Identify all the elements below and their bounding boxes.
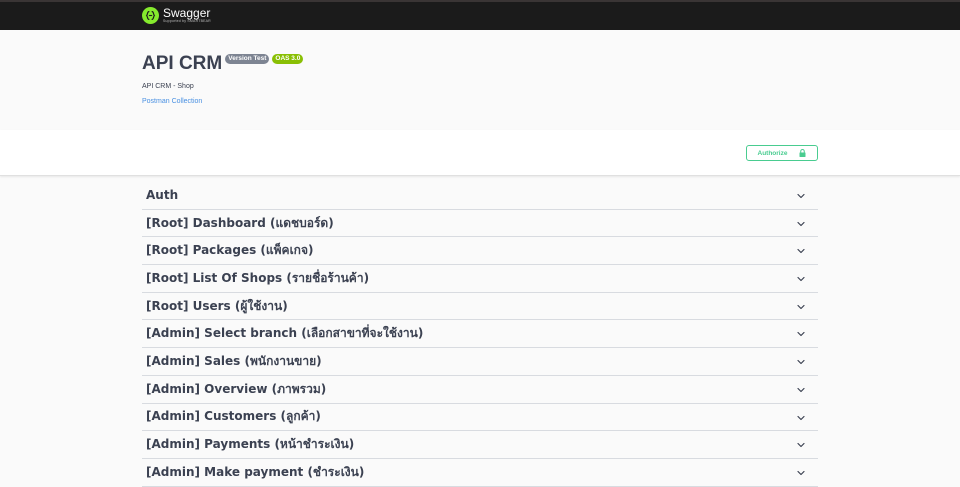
chevron-down-icon[interactable]: [796, 274, 806, 284]
operation-tag-label: [Admin] Sales (พนักงานขาย): [146, 353, 322, 368]
operation-tag-label: [Root] Dashboard (แดชบอร์ด): [146, 215, 334, 230]
operation-tag-section[interactable]: [Admin] Overview (ภาพรวม): [142, 376, 818, 404]
operation-tag-section[interactable]: [Admin] Customers (ลูกค้า): [142, 404, 818, 432]
oas-badge: OAS 3.0: [272, 54, 304, 64]
authorize-button[interactable]: Authorize: [746, 145, 818, 161]
authorize-label: Authorize: [757, 149, 788, 157]
top-bar: Swagger Supported by SMARTBEAR: [0, 0, 960, 30]
operation-tag-section[interactable]: [Root] Dashboard (แดชบอร์ด): [142, 210, 818, 238]
postman-collection-link[interactable]: Postman Collection: [142, 98, 202, 105]
operation-tag-section[interactable]: Auth: [142, 182, 818, 210]
operation-tag-section[interactable]: [Root] Packages (แพ็คเกจ): [142, 237, 818, 266]
operation-tag-label: [Admin] Payments (หน้าชำระเงิน): [146, 437, 355, 452]
version-badge: Version Test: [225, 54, 270, 64]
api-info-section: API CRM Version Test OAS 3.0 API CRM - S…: [0, 30, 960, 130]
api-title: API CRM: [142, 53, 223, 74]
swagger-brand-link[interactable]: Swagger Supported by SMARTBEAR: [142, 7, 211, 24]
operation-tag-label: [Root] List Of Shops (รายชื่อร้านค้า): [146, 270, 370, 285]
chevron-down-icon[interactable]: [796, 302, 806, 312]
chevron-down-icon[interactable]: [796, 413, 806, 423]
brand-name: Swagger: [163, 6, 211, 21]
chevron-down-icon[interactable]: [796, 385, 806, 395]
operation-tag-label: Auth: [146, 188, 179, 203]
chevron-down-icon[interactable]: [796, 191, 806, 201]
scheme-container: Authorize: [0, 130, 960, 176]
operation-tag-section[interactable]: [Root] List Of Shops (รายชื่อร้านค้า): [142, 265, 818, 293]
operation-tag-section[interactable]: [Root] Users (ผู้ใช้งาน): [142, 293, 818, 321]
operation-tag-label: [Root] Users (ผู้ใช้งาน): [146, 298, 288, 313]
operation-tag-section[interactable]: [Admin] Sales (พนักงานขาย): [142, 348, 818, 376]
chevron-down-icon[interactable]: [796, 440, 806, 450]
operation-tag-section[interactable]: [Admin] Payments (หน้าชำระเงิน): [142, 431, 818, 459]
lock-icon: [799, 149, 806, 157]
chevron-down-icon[interactable]: [796, 219, 806, 229]
chevron-down-icon[interactable]: [796, 329, 806, 339]
chevron-down-icon[interactable]: [796, 357, 806, 367]
operation-tag-label: [Admin] Select branch (เลือกสาขาที่จะใช้…: [146, 326, 424, 341]
brand-subtitle: Supported by SMARTBEAR: [163, 19, 211, 24]
operation-tag-label: [Admin] Customers (ลูกค้า): [146, 409, 321, 424]
operation-tag-section[interactable]: [Admin] Select branch (เลือกสาขาที่จะใช้…: [142, 320, 818, 349]
operation-tag-label: [Admin] Overview (ภาพรวม): [146, 381, 327, 396]
operation-tag-label: [Admin] Make payment (ชำระเงิน): [146, 464, 365, 479]
chevron-down-icon[interactable]: [796, 246, 806, 256]
api-description: API CRM - Shop: [142, 83, 194, 90]
chevron-down-icon[interactable]: [796, 468, 806, 478]
operation-tag-section[interactable]: [Admin] Make payment (ชำระเงิน): [142, 459, 818, 487]
operation-tags-list: Auth [Root] Dashboard (แดชบอร์ด) [Root] Pa…: [142, 182, 818, 487]
operation-tag-label: [Root] Packages (แพ็คเกจ): [146, 243, 314, 258]
swagger-logo-icon: [142, 7, 159, 24]
